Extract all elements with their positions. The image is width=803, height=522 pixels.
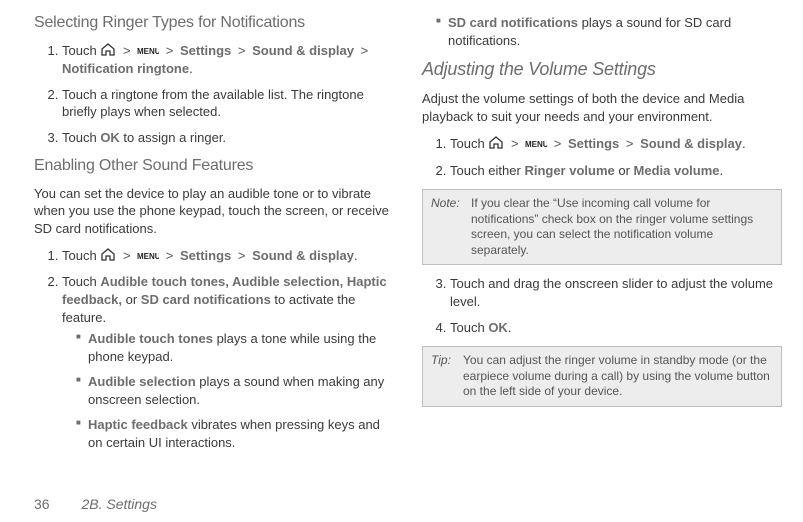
breadcrumb-settings: Settings [568, 136, 619, 151]
list-item: Audible touch tones plays a tone while u… [76, 330, 394, 365]
list-item: Haptic feedback vibrates when pressing k… [76, 416, 394, 451]
steps-adjusting-volume: Touch > MENU > Settings > Sound & displa… [422, 135, 782, 179]
svg-text:MENU: MENU [137, 47, 159, 56]
breadcrumb-separator: > [511, 136, 519, 151]
text: Touch [450, 320, 488, 335]
text: . [720, 163, 724, 178]
step-item: Touch OK to assign a ringer. [62, 129, 394, 147]
steps-ringer-types: Touch > MENU > Settings > Sound & displa… [34, 42, 394, 147]
breadcrumb-settings: Settings [180, 43, 231, 58]
text: Touch either [450, 163, 524, 178]
step-item: Touch Audible touch tones, Audible selec… [62, 273, 394, 451]
period: . [189, 61, 193, 76]
step-item: Touch a ringtone from the available list… [62, 86, 394, 121]
home-icon [100, 43, 116, 61]
note-box: Note: If you clear the “Use incoming cal… [422, 189, 782, 265]
svg-text:MENU: MENU [525, 140, 547, 149]
option-sd-card: SD card notifications [141, 292, 271, 307]
breadcrumb-separator: > [123, 43, 131, 58]
period: . [742, 136, 746, 151]
step-item: Touch > MENU > Settings > Sound & displa… [62, 42, 394, 78]
section-title: 2B. Settings [81, 496, 157, 512]
feature-name: Haptic feedback [88, 417, 188, 432]
step-item: Touch > MENU > Settings > Sound & displa… [450, 135, 782, 153]
text: Touch [62, 248, 100, 263]
breadcrumb-separator: > [166, 43, 174, 58]
breadcrumb-settings: Settings [180, 248, 231, 263]
period: . [354, 248, 358, 263]
left-column: Selecting Ringer Types for Notifications… [34, 10, 394, 461]
paragraph: Adjust the volume settings of both the d… [422, 90, 782, 125]
tip-box: Tip: You can adjust the ringer volume in… [422, 346, 782, 407]
ok-label: OK [488, 320, 508, 335]
home-icon [100, 248, 116, 266]
page-number: 36 [34, 496, 50, 512]
step-item: Touch and drag the onscreen slider to ad… [450, 275, 782, 310]
breadcrumb-sound-display: Sound & display [640, 136, 742, 151]
svg-text:MENU: MENU [137, 252, 159, 261]
tip-body: You can adjust the ringer volume in stan… [463, 353, 773, 400]
feature-name: Audible selection [88, 374, 196, 389]
text: . [508, 320, 512, 335]
breadcrumb-sound-display: Sound & display [252, 43, 354, 58]
breadcrumb-separator: > [238, 43, 246, 58]
heading-adjusting-volume: Adjusting the Volume Settings [422, 59, 782, 80]
text: Touch [62, 130, 100, 145]
text: to assign a ringer. [120, 130, 226, 145]
breadcrumb-separator: > [123, 248, 131, 263]
paragraph: You can set the device to play an audibl… [34, 185, 394, 238]
breadcrumb-sound-display: Sound & display [252, 248, 354, 263]
feature-list-cont: SD card notifications plays a sound for … [422, 14, 782, 49]
text: Touch [62, 274, 100, 289]
breadcrumb-separator: > [361, 43, 369, 58]
feature-name: SD card notifications [448, 15, 578, 30]
option-media-volume: Media volume [634, 163, 720, 178]
breadcrumb-notification-ringtone: Notification ringtone [62, 61, 189, 76]
ok-label: OK [100, 130, 120, 145]
steps-enabling-other: Touch > MENU > Settings > Sound & displa… [34, 247, 394, 451]
step-item: Touch OK. [450, 319, 782, 337]
feature-list: Audible touch tones plays a tone while u… [62, 330, 394, 451]
heading-ringer-types: Selecting Ringer Types for Notifications [34, 14, 394, 32]
breadcrumb-separator: > [626, 136, 634, 151]
menu-icon: MENU [137, 248, 159, 266]
note-body: If you clear the “Use incoming call volu… [471, 196, 773, 258]
text: Touch [62, 43, 100, 58]
list-item: SD card notifications plays a sound for … [436, 14, 782, 49]
step-item: Touch > MENU > Settings > Sound & displa… [62, 247, 394, 265]
menu-icon: MENU [525, 136, 547, 154]
tip-label: Tip: [431, 353, 457, 400]
steps-adjusting-volume-cont: Touch and drag the onscreen slider to ad… [422, 275, 782, 336]
home-icon [488, 136, 504, 154]
right-column: SD card notifications plays a sound for … [422, 10, 782, 461]
heading-enabling-other: Enabling Other Sound Features [34, 157, 394, 175]
step-item: Touch either Ringer volume or Media volu… [450, 162, 782, 180]
menu-icon: MENU [137, 43, 159, 61]
list-item: Audible selection plays a sound when mak… [76, 373, 394, 408]
text: or [122, 292, 141, 307]
breadcrumb-separator: > [238, 248, 246, 263]
feature-name: Audible touch tones [88, 331, 213, 346]
breadcrumb-separator: > [554, 136, 562, 151]
text: or [615, 163, 634, 178]
option-ringer-volume: Ringer volume [524, 163, 614, 178]
breadcrumb-separator: > [166, 248, 174, 263]
page-footer: 36 2B. Settings [34, 496, 157, 512]
note-label: Note: [431, 196, 465, 258]
text: Touch [450, 136, 488, 151]
